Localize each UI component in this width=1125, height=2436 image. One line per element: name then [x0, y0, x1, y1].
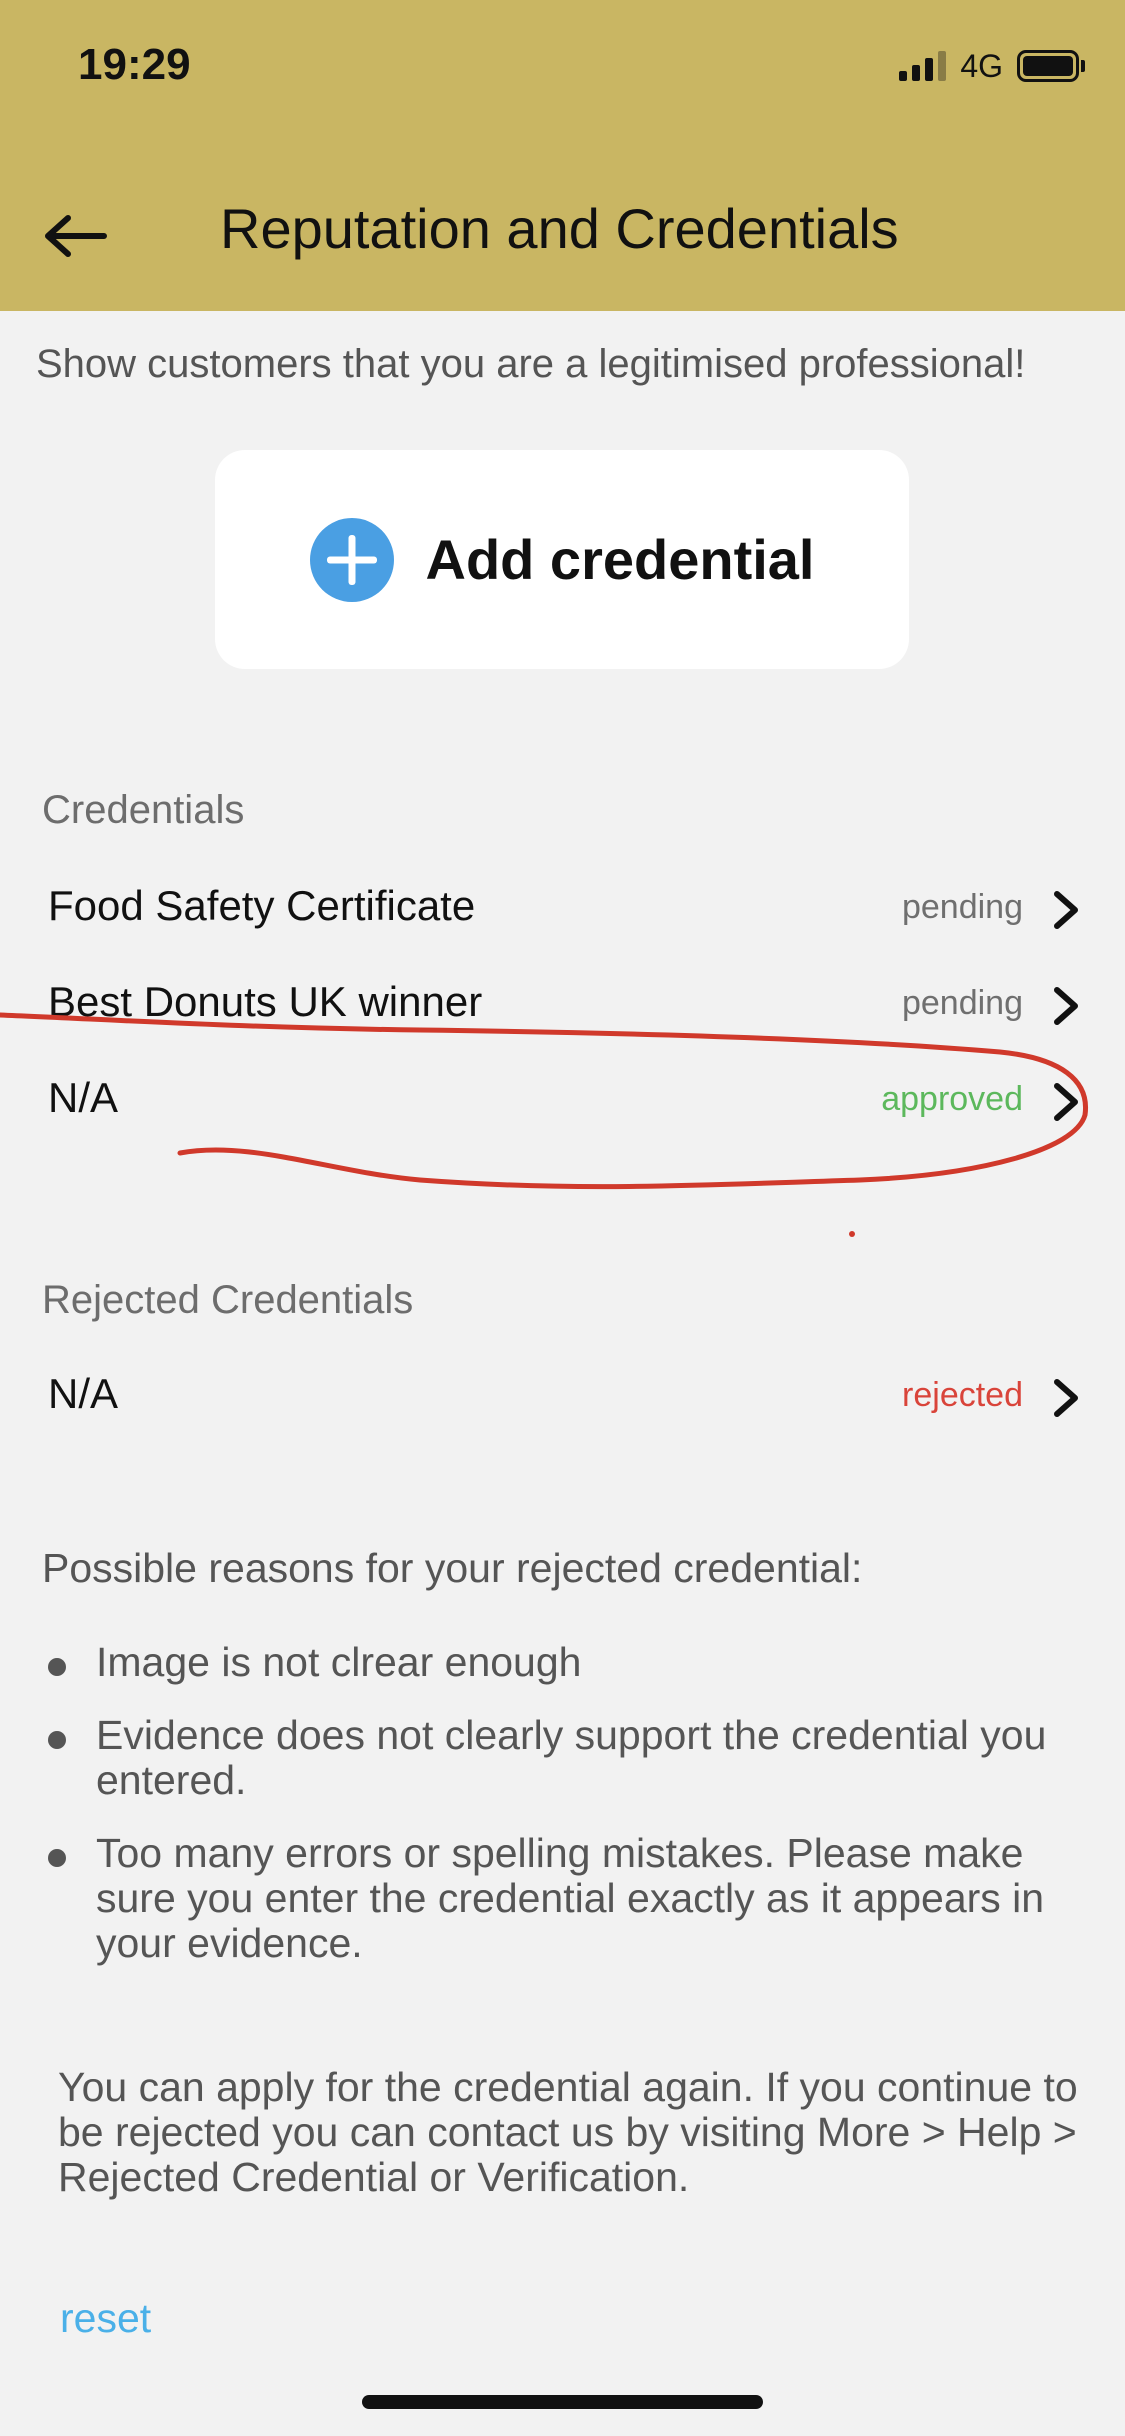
header-bar: 19:29 4G Reputation and Credentials	[0, 0, 1125, 311]
credential-name: N/A	[48, 1370, 119, 1417]
reason-text: Evidence does not clearly support the cr…	[96, 1712, 1047, 1803]
plus-circle-icon	[309, 517, 394, 602]
back-button[interactable]	[40, 200, 112, 272]
status-time: 19:29	[78, 40, 191, 89]
status-indicators: 4G	[899, 46, 1085, 86]
credential-status: pending	[901, 984, 1023, 1022]
battery-icon	[1017, 49, 1085, 83]
credential-row[interactable]: Best Donuts UK winner pending	[0, 966, 1125, 1046]
credential-row[interactable]: N/A approved	[0, 1062, 1125, 1142]
rejection-reasons-list: Image is not clrear enough Evidence does…	[48, 1640, 1078, 1994]
credential-name: Food Safety Certificate	[48, 882, 476, 929]
page-subtitle: Show customers that you are a legitimise…	[36, 342, 1026, 386]
chevron-right-icon	[1054, 891, 1078, 929]
home-indicator[interactable]	[362, 2395, 763, 2409]
credential-status: rejected	[902, 1376, 1023, 1414]
rejected-credential-row[interactable]: N/A rejected	[0, 1358, 1125, 1438]
rejected-section-title: Rejected Credentials	[42, 1278, 414, 1322]
reason-text: Image is not clrear enough	[96, 1639, 582, 1685]
bullet-icon	[48, 1658, 66, 1676]
add-credential-label: Add credential	[425, 528, 815, 591]
credential-name: Best Donuts UK winner	[48, 978, 483, 1025]
chevron-right-icon	[1054, 987, 1078, 1025]
bullet-icon	[48, 1731, 66, 1749]
signal-icon	[899, 51, 947, 81]
screen: 19:29 4G Reputation and Credentials Show…	[0, 0, 1125, 2436]
page-title: Reputation and Credentials	[220, 197, 899, 260]
bullet-icon	[48, 1849, 66, 1867]
reason-item: Image is not clrear enough	[48, 1640, 1078, 1685]
reason-item: Evidence does not clearly support the cr…	[48, 1713, 1078, 1803]
reapply-note: You can apply for the credential again. …	[58, 2064, 1078, 2200]
add-credential-button[interactable]: Add credential	[215, 450, 909, 669]
credential-status: pending	[901, 888, 1023, 926]
credential-status: approved	[881, 1080, 1023, 1118]
reason-text: Too many errors or spelling mistakes. Pl…	[96, 1830, 1045, 1966]
reason-item: Too many errors or spelling mistakes. Pl…	[48, 1831, 1078, 1966]
reset-link[interactable]: reset	[60, 2295, 151, 2342]
chevron-right-icon	[1054, 1379, 1078, 1417]
credentials-section-title: Credentials	[42, 788, 245, 832]
credential-row[interactable]: Food Safety Certificate pending	[0, 870, 1125, 950]
rejection-reasons-title: Possible reasons for your rejected crede…	[42, 1545, 863, 1591]
chevron-right-icon	[1054, 1083, 1078, 1121]
credential-name: N/A	[48, 1074, 119, 1121]
network-type: 4G	[960, 47, 1003, 84]
arrow-left-icon	[45, 215, 107, 257]
